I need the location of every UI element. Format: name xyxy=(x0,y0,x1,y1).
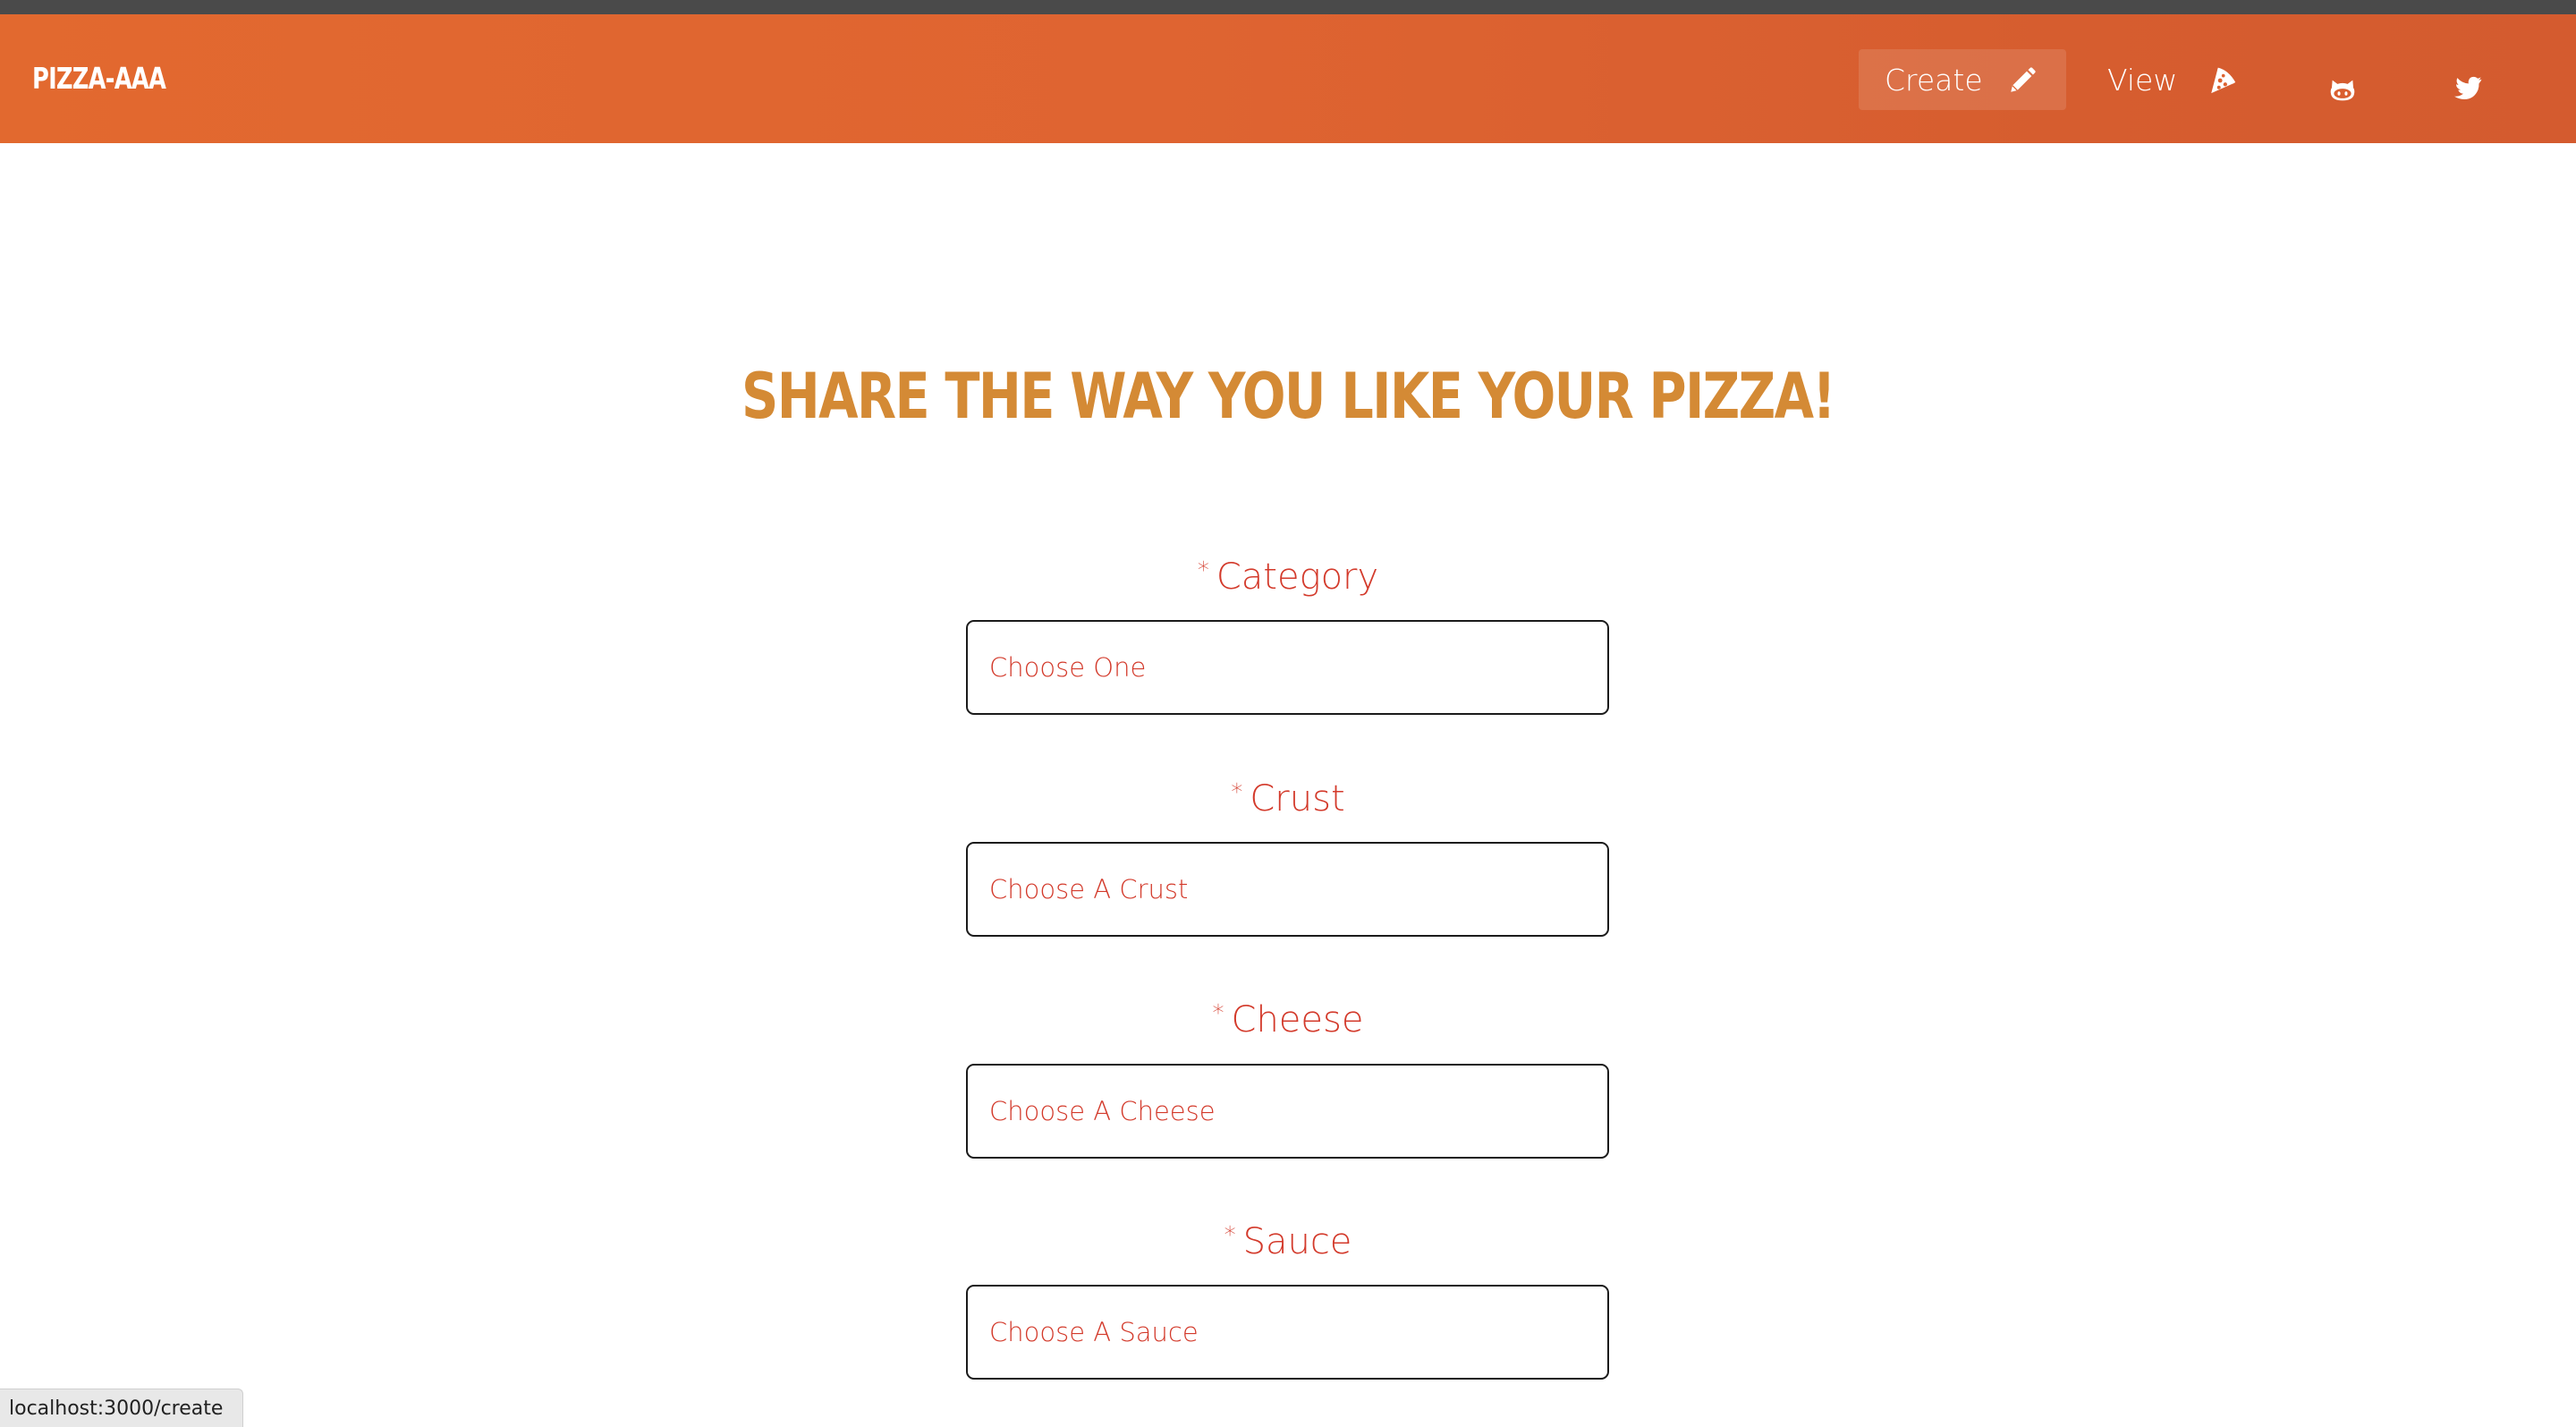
pizza-slice-icon xyxy=(2211,67,2236,94)
cheese-placeholder: Choose A Cheese xyxy=(989,1096,1216,1126)
page-title: SHARE THE WAY YOU LIKE YOUR PIZZA! xyxy=(741,360,1836,433)
cheese-select[interactable]: Choose A Cheese xyxy=(966,1064,1609,1159)
nav-create-link[interactable]: Create xyxy=(1859,49,2066,110)
window-top-strip xyxy=(0,0,2576,14)
nav-view-label: View xyxy=(2107,62,2178,98)
category-select[interactable]: Choose One xyxy=(966,620,1609,715)
crust-label: * Crust xyxy=(0,768,2576,824)
nav-view-link[interactable]: View xyxy=(2107,49,2250,110)
category-label: * Category xyxy=(0,546,2576,602)
page: PIZZA-AAA Create View SHARE THE WAY YOU … xyxy=(0,0,2576,1427)
crust-select[interactable]: Choose A Crust xyxy=(966,842,1609,937)
sauce-label-text: Sauce xyxy=(1242,1221,1352,1262)
category-placeholder: Choose One xyxy=(989,652,1147,683)
cheese-label: * Cheese xyxy=(0,989,2576,1045)
crust-label-text: Crust xyxy=(1250,778,1345,820)
twitter-icon[interactable] xyxy=(2451,75,2483,104)
sauce-label: * Sauce xyxy=(0,1210,2576,1267)
nav-create-label: Create xyxy=(1885,62,1983,98)
github-icon[interactable] xyxy=(2327,75,2358,106)
sauce-select[interactable]: Choose A Sauce xyxy=(966,1285,1609,1380)
sauce-placeholder: Choose A Sauce xyxy=(989,1317,1199,1347)
category-label-text: Category xyxy=(1216,556,1379,598)
pencil-icon xyxy=(2011,67,2036,92)
cheese-label-text: Cheese xyxy=(1231,999,1364,1041)
required-asterisk: * xyxy=(1231,779,1243,806)
required-asterisk: * xyxy=(1212,1000,1224,1027)
navbar: PIZZA-AAA Create View xyxy=(0,14,2576,143)
link-status-bar: localhost:3000/create xyxy=(0,1389,243,1427)
required-asterisk: * xyxy=(1197,557,1209,584)
crust-placeholder: Choose A Crust xyxy=(989,874,1189,905)
brand-logo[interactable]: PIZZA-AAA xyxy=(32,14,166,143)
required-asterisk: * xyxy=(1224,1222,1236,1249)
